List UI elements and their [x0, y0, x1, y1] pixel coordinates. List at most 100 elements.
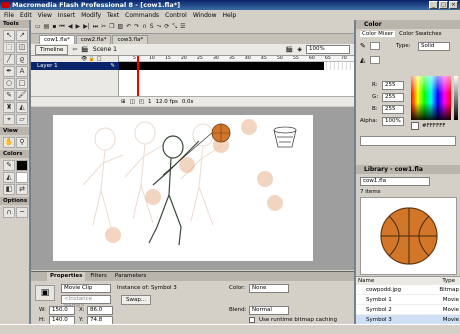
col-name[interactable]: Name	[358, 277, 374, 285]
play-icon[interactable]: ▶	[75, 23, 80, 30]
lasso-tool-icon[interactable]: ϱ	[16, 54, 28, 65]
menu-view[interactable]: View	[38, 12, 52, 19]
w-field[interactable]: 150.0	[49, 306, 75, 315]
tab-color-mixer[interactable]: Color Mixer	[360, 31, 396, 37]
pen-tool-icon[interactable]: ✒	[3, 66, 15, 77]
stroke-pencil-icon[interactable]: ✎	[360, 42, 366, 50]
fill-color-icon[interactable]: ◭	[3, 172, 15, 183]
list-item[interactable]: cowpodd.jpg Bitmap	[356, 285, 460, 295]
color-panel-title[interactable]: Color	[356, 20, 460, 29]
align-icon[interactable]: ☰	[180, 23, 185, 30]
new-icon[interactable]: ▭	[35, 23, 41, 30]
onion-outline-icon[interactable]: ◰	[139, 99, 144, 105]
text-tool-icon[interactable]: A	[16, 66, 28, 77]
fill-swatch[interactable]	[16, 172, 28, 183]
tab-parameters[interactable]: Parameters	[112, 272, 149, 281]
zoom-select[interactable]: 100%	[306, 45, 350, 54]
stage-area[interactable]	[31, 107, 354, 270]
zoom-tool-icon[interactable]: ⚲	[16, 137, 28, 148]
keyframe-span[interactable]	[119, 62, 324, 70]
menu-control[interactable]: Control	[165, 12, 187, 19]
col-type[interactable]: Type	[442, 277, 455, 285]
library-panel-title[interactable]: Library - cow1.fla	[356, 165, 460, 174]
alpha-field[interactable]: 100%	[382, 117, 404, 126]
minimize-button[interactable]: _	[429, 1, 438, 9]
menu-file[interactable]: File	[4, 12, 14, 19]
hex-value[interactable]: #FFFFFF	[422, 123, 446, 129]
menu-text[interactable]: Text	[107, 12, 119, 19]
close-button[interactable]: ×	[449, 1, 458, 9]
tab-cow3[interactable]: cow3.fla*	[112, 35, 149, 44]
line-tool-icon[interactable]: ╱	[3, 54, 15, 65]
redo-icon[interactable]: ↷	[134, 23, 139, 30]
eyedropper-icon[interactable]: ⌖	[3, 114, 15, 125]
swap-colors-icon[interactable]: ⇄	[16, 184, 28, 195]
instance-name-field[interactable]: <Instance Name>	[61, 295, 111, 309]
undo-icon[interactable]: ↶	[126, 23, 131, 30]
blend-select[interactable]: Normal	[249, 306, 289, 315]
list-item[interactable]: Symbol 2 Movie	[356, 305, 460, 315]
menu-modify[interactable]: Modify	[81, 12, 101, 19]
hand-tool-icon[interactable]: ✋	[3, 137, 15, 148]
end-icon[interactable]: ⏭	[93, 23, 98, 31]
step-forward-icon[interactable]: ▶|	[83, 23, 90, 30]
stroke-color-swatch[interactable]	[370, 42, 380, 50]
stroke-color-icon[interactable]: ✎	[3, 160, 15, 171]
rectangle-tool-icon[interactable]: □	[16, 78, 28, 89]
tab-cow1[interactable]: cow1.fla*	[39, 35, 75, 44]
library-dropdown[interactable]: cow1.fla	[360, 177, 430, 186]
onion-skin-icon[interactable]: ◫	[130, 99, 135, 105]
timeline-toggle-button[interactable]: Timeline	[35, 44, 69, 55]
layer-row[interactable]: Layer 1 ✎	[31, 62, 119, 70]
g-field[interactable]: 255	[382, 93, 404, 102]
subselect-tool-icon[interactable]: ↗	[16, 30, 28, 41]
gradient-transform-icon[interactable]: ◫	[16, 42, 28, 53]
oval-tool-icon[interactable]: ○	[3, 78, 15, 89]
pencil-tool-icon[interactable]: ✎	[3, 90, 15, 101]
save-icon[interactable]: ▪	[52, 23, 56, 30]
scale-icon[interactable]: ⤡	[172, 23, 177, 31]
paste-icon[interactable]: ▨	[118, 23, 124, 30]
cut-icon[interactable]: ✂	[101, 23, 106, 30]
smooth-icon[interactable]: ~	[16, 207, 28, 218]
symbol-type-select[interactable]: Movie Clip	[61, 284, 111, 293]
list-item[interactable]: Symbol 1 Movie	[356, 295, 460, 305]
b-field[interactable]: 255	[382, 105, 404, 114]
tab-color-swatches[interactable]: Color Swatches	[399, 31, 441, 37]
edit-scene-icon[interactable]: 🎬	[286, 46, 293, 53]
swap-button[interactable]: Swap...	[121, 295, 152, 305]
cache-checkbox[interactable]	[249, 317, 255, 323]
x-field[interactable]: 86.0	[87, 306, 113, 315]
paint-bucket-icon[interactable]: ◭	[16, 102, 28, 113]
snap-magnet-icon[interactable]: ∩	[3, 207, 15, 218]
rotate-icon[interactable]: ⟳	[164, 23, 169, 30]
arrow-tool-icon[interactable]: ↖	[3, 30, 15, 41]
fill-type-select[interactable]: Solid	[418, 42, 450, 51]
smooth-toolbar-icon[interactable]: S	[150, 23, 154, 30]
stroke-swatch[interactable]	[16, 160, 28, 171]
snap-icon[interactable]: ∩	[142, 23, 146, 30]
r-field[interactable]: 255	[382, 81, 404, 90]
copy-icon[interactable]: ❐	[109, 23, 114, 30]
maximize-button[interactable]: □	[439, 1, 448, 9]
step-back-icon[interactable]: ◀	[68, 23, 73, 30]
tab-filters[interactable]: Filters	[87, 272, 110, 281]
menu-edit[interactable]: Edit	[20, 12, 32, 19]
edit-symbol-icon[interactable]: ◈	[297, 46, 302, 53]
brush-tool-icon[interactable]: 🖌	[16, 90, 28, 101]
fill-color-swatch[interactable]	[370, 56, 380, 64]
center-frame-icon[interactable]: ⊞	[121, 99, 126, 105]
stage-canvas[interactable]	[53, 115, 313, 261]
eraser-icon[interactable]: ▱	[16, 114, 28, 125]
back-arrow-icon[interactable]: ⇦	[72, 46, 77, 53]
brightness-slider[interactable]	[454, 76, 458, 120]
menu-insert[interactable]: Insert	[58, 12, 75, 19]
tab-cow2[interactable]: cow2.fla*	[75, 35, 112, 44]
fill-bucket-icon[interactable]: ◭	[360, 56, 365, 64]
rewind-icon[interactable]: ⏮	[59, 23, 64, 31]
black-white-icon[interactable]: ◧	[3, 184, 15, 195]
free-transform-icon[interactable]: ⬚	[3, 42, 15, 53]
menu-help[interactable]: Help	[223, 12, 237, 19]
tab-properties[interactable]: Properties	[47, 272, 86, 281]
menu-commands[interactable]: Commands	[125, 12, 159, 19]
